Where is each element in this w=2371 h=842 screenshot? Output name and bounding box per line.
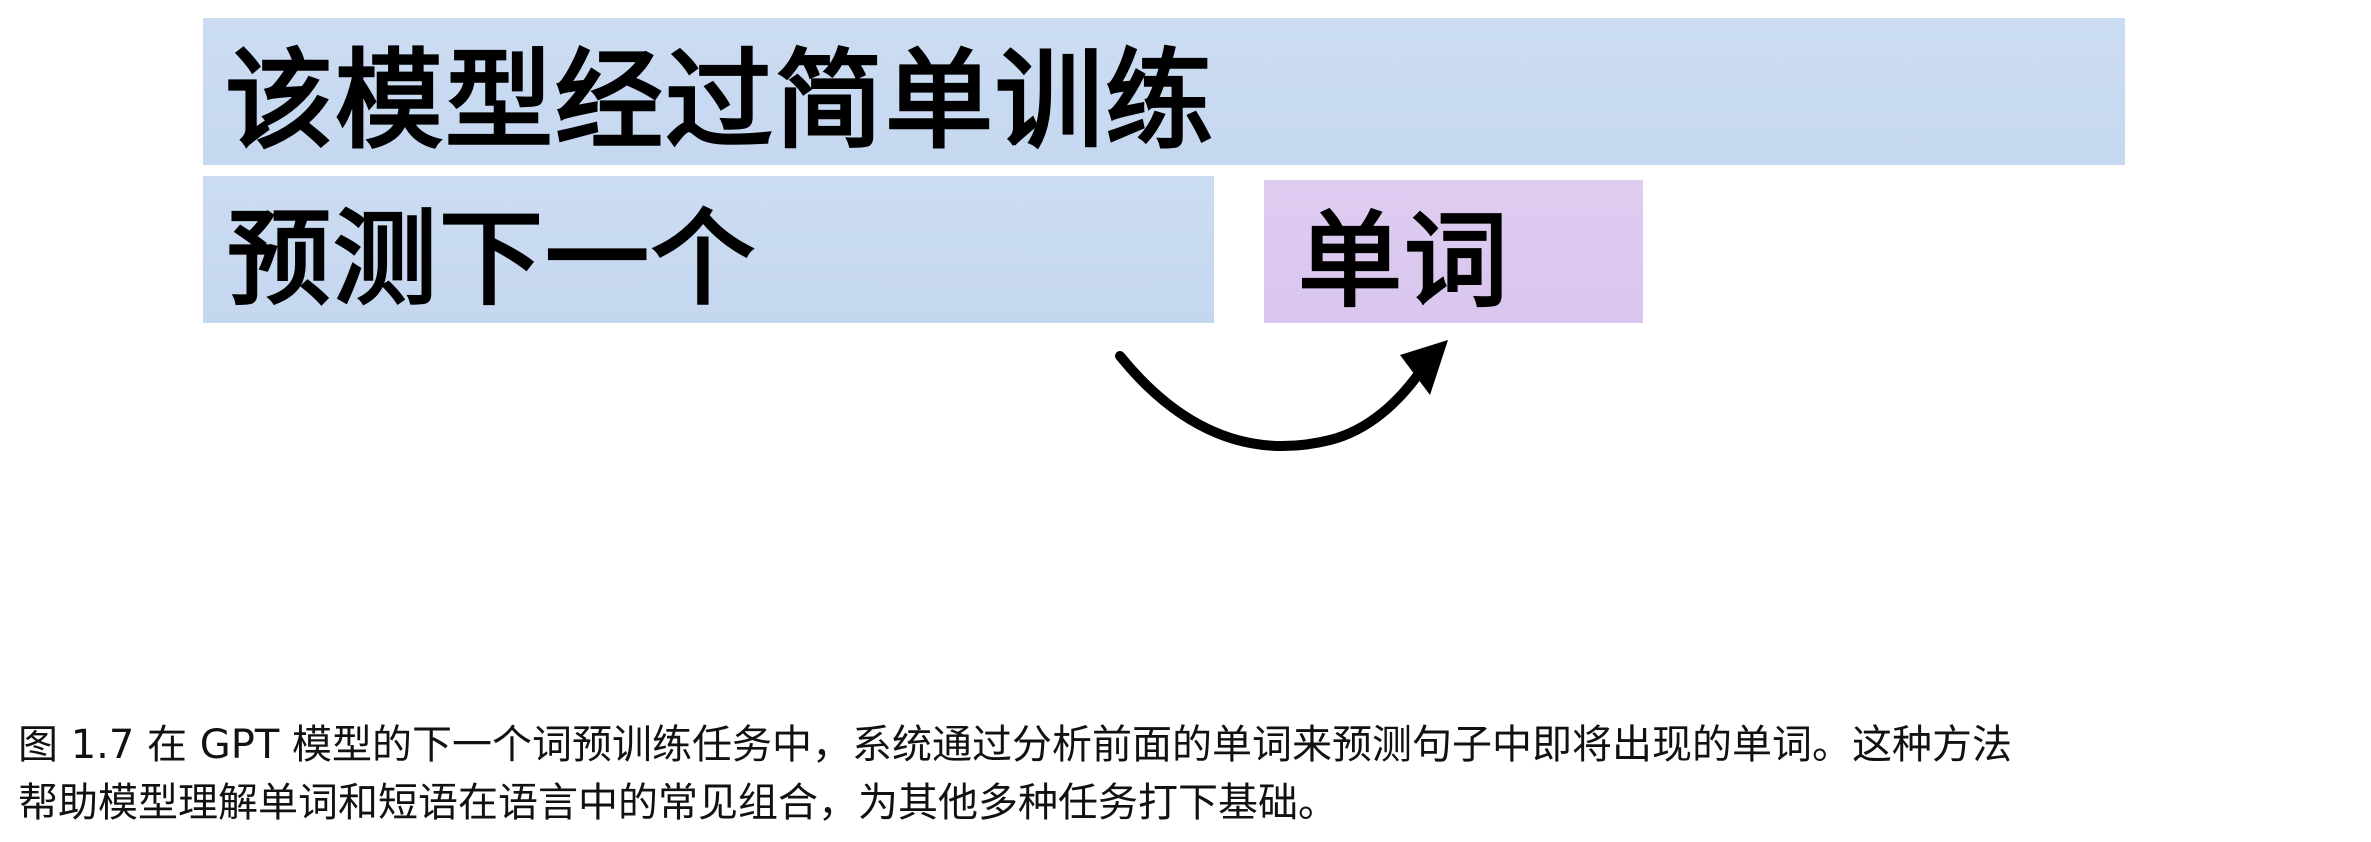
figure-caption: 图 1.7 在 GPT 模型的下一个词预训练任务中，系统通过分析前面的单词来预测…: [18, 716, 2358, 832]
context-text: 预测下一个: [227, 198, 758, 320]
caption-line-2: 帮助模型理解单词和短语在语言中的常见组合，为其他多种任务打下基础。: [18, 780, 1338, 826]
prediction-arrow-curve: [1115, 351, 1425, 452]
prediction-arrow-head: [1400, 340, 1448, 395]
input-text-block: 该模型经过简单训练: [203, 18, 2125, 165]
context-text-block: 预测下一个: [203, 176, 1214, 323]
caption-line-1: 图 1.7 在 GPT 模型的下一个词预训练任务中，系统通过分析前面的单词来预测…: [18, 722, 2013, 768]
input-text: 该模型经过简单训练: [225, 38, 1216, 164]
target-word: 单词: [1298, 200, 1511, 322]
target-word-block: 单词: [1264, 180, 1643, 323]
